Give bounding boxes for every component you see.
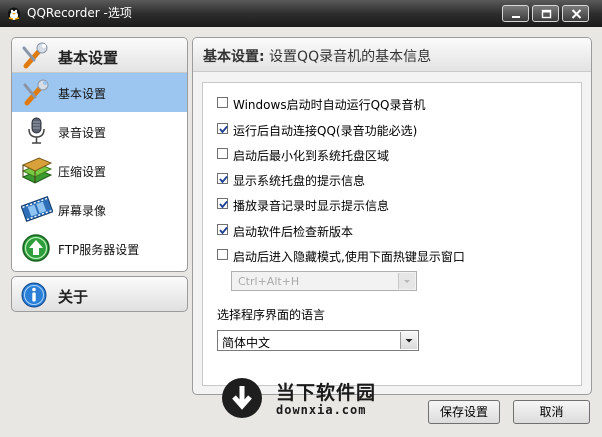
option-label: 显示系统托盘的提示信息 <box>233 174 366 188</box>
checkmark-icon <box>219 125 228 134</box>
panel-header: 基本设置: 设置QQ录音机的基本信息 <box>193 38 591 72</box>
sidebar-item-compression-settings[interactable]: 压缩设置 <box>12 151 187 190</box>
sidebar-header-label: 基本设置 <box>58 49 119 67</box>
sidebar-item-label: 录音设置 <box>58 126 107 140</box>
info-icon <box>21 282 47 308</box>
wrench-screwdriver-icon <box>23 79 49 106</box>
hotkey-dropdown[interactable]: Ctrl+Alt+H <box>231 271 417 291</box>
close-button[interactable] <box>562 5 589 22</box>
watermark: 当下软件园 downxia.com <box>222 378 392 422</box>
panel-title-desc: 设置QQ录音机的基本信息 <box>264 49 432 65</box>
checkmark-icon <box>219 200 228 209</box>
language-label: 选择程序界面的语言 <box>217 308 326 322</box>
sidebar-item-ftp-server-settings[interactable]: FTP服务器设置 <box>12 229 187 268</box>
option-label: 启动后进入隐藏模式,使用下面热键显示窗口 <box>233 250 465 264</box>
minimize-button[interactable] <box>502 5 529 22</box>
penguin-icon <box>8 7 20 21</box>
maximize-button[interactable] <box>532 5 559 22</box>
film-strip-icon <box>21 196 53 222</box>
microphone-icon <box>28 117 45 144</box>
sidebar-item-label: 屏幕录像 <box>58 204 107 218</box>
sidebar-item-label: 基本设置 <box>58 87 107 101</box>
sidebar-item-basic-settings[interactable]: 基本设置 <box>12 73 187 112</box>
sidebar-item-label: 压缩设置 <box>58 165 107 179</box>
panel-title-bold: 基本设置: <box>203 49 265 65</box>
checkbox[interactable] <box>217 97 228 108</box>
checkmark-icon <box>219 175 228 184</box>
watermark-title: 当下软件园 <box>276 382 377 404</box>
chevron-down-icon <box>400 332 417 349</box>
wrench-screwdriver-icon <box>22 42 48 69</box>
download-arrow-icon <box>222 378 262 418</box>
chevron-down-icon <box>398 273 415 289</box>
settings-panel: 基本设置: 设置QQ录音机的基本信息 Windows启动时自动运行QQ录音机 运… <box>192 37 592 395</box>
option-label: 启动后最小化到系统托盘区域 <box>233 149 390 163</box>
sidebar-header: 基本设置 <box>12 38 187 73</box>
checkbox[interactable] <box>217 148 228 159</box>
about-section[interactable]: 关于 <box>11 276 188 312</box>
green-upload-arrow-icon <box>22 234 50 262</box>
close-icon <box>571 9 582 19</box>
checkbox[interactable] <box>217 173 228 184</box>
option-label: Windows启动时自动运行QQ录音机 <box>233 98 426 112</box>
about-label: 关于 <box>58 288 89 306</box>
watermark-url: downxia.com <box>276 403 367 417</box>
category-sidebar: 基本设置 基本设置 录音设置 压缩设置 屏幕录像 FTP服务器设置 <box>11 37 188 272</box>
sidebar-item-screen-recording[interactable]: 屏幕录像 <box>12 190 187 229</box>
checkbox[interactable] <box>217 224 228 235</box>
maximize-icon <box>541 9 552 19</box>
option-label: 启动软件后检查新版本 <box>233 225 354 239</box>
checkmark-icon <box>219 226 228 235</box>
options-window: QQRecorder -选项 基本设置 基本设置 录音设置 压缩设置 屏幕录像 … <box>0 0 602 437</box>
checkbox[interactable] <box>217 198 228 209</box>
sidebar-item-label: FTP服务器设置 <box>58 243 140 257</box>
language-value: 简体中文 <box>222 336 271 350</box>
option-label: 运行后自动连接QQ(录音功能必选) <box>233 124 418 138</box>
book-stack-icon <box>21 157 53 184</box>
option-label: 播放录音记录时显示提示信息 <box>233 199 390 213</box>
window-title: QQRecorder -选项 <box>27 6 132 20</box>
cancel-button[interactable]: 取消 <box>513 400 590 424</box>
options-box: Windows启动时自动运行QQ录音机 运行后自动连接QQ(录音功能必选) 启动… <box>202 82 582 386</box>
minimize-icon <box>512 16 520 18</box>
hotkey-value: Ctrl+Alt+H <box>238 275 300 288</box>
title-bar[interactable]: QQRecorder -选项 <box>0 0 602 27</box>
checkbox[interactable] <box>217 249 228 260</box>
checkbox[interactable] <box>217 123 228 134</box>
panel-title: 基本设置: 设置QQ录音机的基本信息 <box>203 46 431 66</box>
save-settings-button[interactable]: 保存设置 <box>428 400 500 424</box>
language-dropdown[interactable]: 简体中文 <box>217 330 419 351</box>
sidebar-item-recording-settings[interactable]: 录音设置 <box>12 112 187 151</box>
